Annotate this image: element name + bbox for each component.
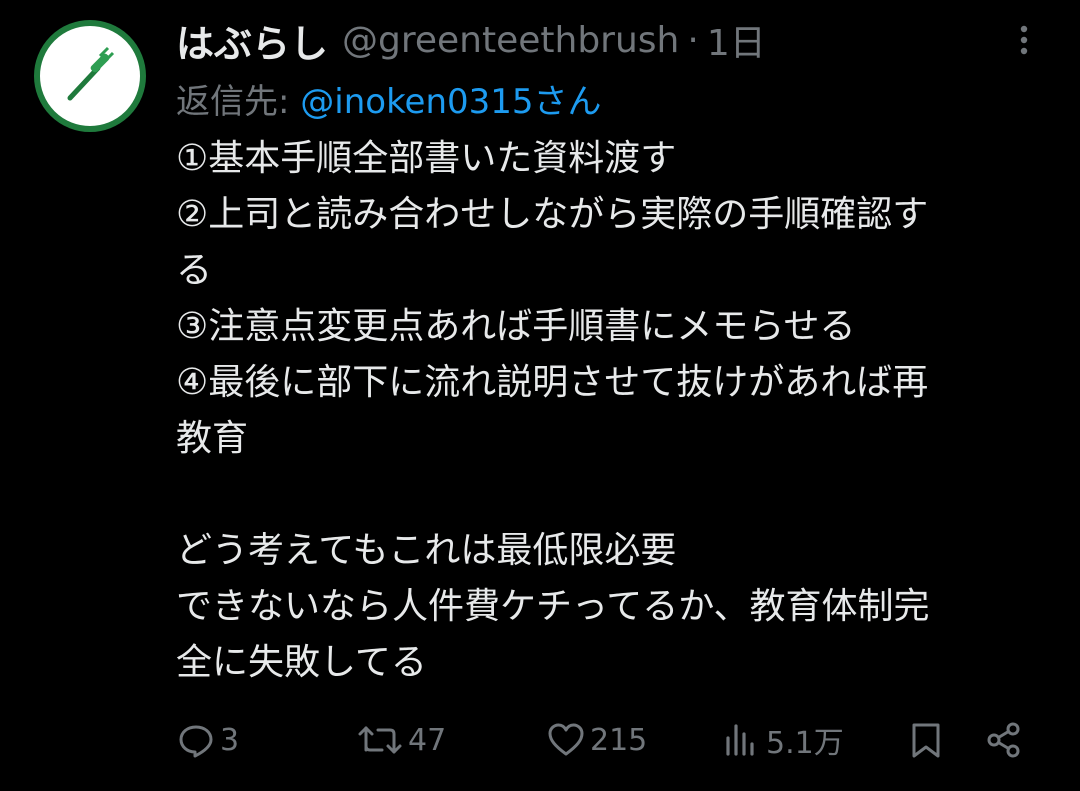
avatar[interactable] — [34, 20, 146, 132]
reply-context: 返信先: @inoken0315さん — [176, 74, 602, 123]
like-count: 215 — [590, 722, 648, 758]
share-button[interactable] — [984, 712, 1024, 768]
action-bar: 3 47 215 5.1万 — [0, 712, 1080, 768]
tweet-header: はぶらし @greenteethbrush · 1日 — [176, 12, 766, 68]
like-button[interactable]: 215 — [546, 712, 647, 768]
views-icon — [726, 724, 754, 756]
tweet-text-line: どう考えてもこれは最低限必要 — [176, 530, 677, 571]
tweet-text: ①基本手順全部書いた資料渡す ②上司と読み合わせしながら実際の手順確認す る ③… — [176, 131, 1056, 691]
repost-button[interactable]: 47 — [356, 712, 446, 768]
repost-count: 47 — [408, 722, 447, 758]
more-vertical-icon — [1020, 25, 1028, 55]
tweet-text-line: できないなら人件費ケチってるか、教育体制完 — [176, 586, 930, 627]
views-button[interactable]: 5.1万 — [722, 712, 844, 768]
tweet-text-line: 全に失敗してる — [176, 642, 427, 683]
tweet-text-line: ②上司と読み合わせしながら実際の手順確認す — [176, 194, 929, 235]
timestamp[interactable]: 1日 — [707, 14, 766, 66]
tweet-text-line: 教育 — [176, 418, 249, 459]
bookmark-icon — [912, 723, 940, 758]
tweet[interactable]: はぶらし @greenteethbrush · 1日 返信先: @inoken0… — [0, 0, 1080, 791]
tweet-text-line: ③注意点変更点あれば手順書にメモらせる — [176, 306, 856, 347]
tweet-text-line: ①基本手順全部書いた資料渡す — [176, 138, 677, 179]
reply-count: 3 — [220, 722, 240, 758]
reply-prefix: 返信先: — [176, 82, 301, 122]
display-name[interactable]: はぶらし — [176, 13, 328, 68]
more-button[interactable] — [1004, 20, 1044, 60]
tweet-text-line: ④最後に部下に流れ説明させて抜けがあれば再 — [176, 362, 929, 403]
separator-dot: · — [687, 19, 699, 61]
reply-button[interactable]: 3 — [176, 712, 239, 768]
user-handle[interactable]: @greenteethbrush — [342, 20, 679, 61]
heart-icon — [548, 723, 584, 756]
tweet-text-line: る — [176, 250, 213, 291]
share-icon — [987, 722, 1020, 758]
reply-mention-link[interactable]: @inoken0315さん — [300, 82, 601, 122]
repost-icon — [358, 726, 402, 754]
toothbrush-icon — [67, 46, 115, 101]
views-count: 5.1万 — [766, 726, 844, 761]
reply-icon — [179, 725, 213, 758]
bookmark-button[interactable] — [906, 712, 946, 768]
